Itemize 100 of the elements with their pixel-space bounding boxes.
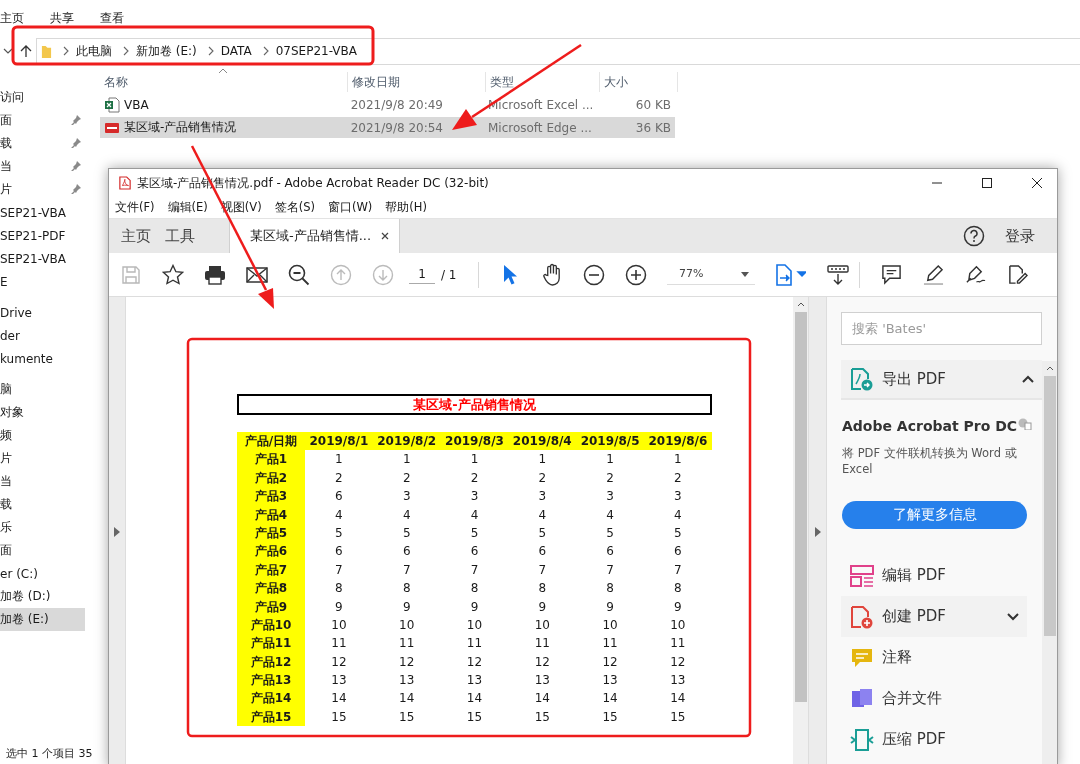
tool-item[interactable]: 导出 PDF — [841, 360, 1042, 400]
scrollbar[interactable] — [1042, 361, 1057, 764]
page-number-field[interactable]: 1 — [409, 265, 435, 284]
table-cell-text: 15 — [669, 708, 687, 726]
breadcrumb-item[interactable]: 此电脑 — [76, 42, 112, 60]
breadcrumb-item[interactable]: DATA — [220, 44, 252, 58]
chevron-down-icon[interactable] — [3, 48, 13, 54]
navigation-item[interactable]: 片 — [0, 447, 85, 470]
sign-in-button[interactable]: 登录 — [1005, 226, 1035, 246]
ribbon-tab[interactable]: 查看 — [100, 10, 124, 26]
table-cell-text: 10 — [601, 616, 619, 634]
file-row[interactable]: VBA 2021/9/8 20:49 Microsoft Excel ... 60 KB — [100, 94, 675, 115]
scrollbar[interactable] — [793, 297, 808, 764]
column-header[interactable]: 类型 — [486, 72, 600, 92]
form-fill-icon[interactable] — [1006, 264, 1028, 285]
zoom-in-icon[interactable] — [625, 263, 647, 286]
scrollbar-thumb[interactable] — [794, 312, 807, 702]
up-arrow-icon[interactable] — [20, 44, 32, 58]
tool-item[interactable]: 合并文件 — [841, 678, 1027, 719]
expand-arrow-icon[interactable] — [114, 527, 120, 537]
scroll-up-icon[interactable] — [1045, 366, 1054, 371]
navigation-item[interactable]: SEP21-PDF — [0, 224, 85, 247]
tab[interactable]: 主页 — [121, 219, 165, 253]
menu-item[interactable]: 帮助(H) — [385, 200, 427, 215]
pen-icon[interactable] — [964, 264, 986, 285]
chevron-down-icon[interactable] — [1007, 612, 1019, 621]
navigation-item[interactable]: 载 — [0, 132, 85, 155]
file-row[interactable]: 某区域-产品销售情况 2021/9/8 20:54 Microsoft Edge ... 36 KB — [100, 117, 675, 138]
chevron-icon[interactable] — [1022, 375, 1034, 383]
learn-more-button[interactable]: 了解更多信息 — [842, 501, 1027, 529]
maximize-icon[interactable] — [981, 177, 993, 189]
column-header: 产品/日期 — [237, 432, 305, 451]
navigation-item[interactable]: 当 — [0, 470, 85, 493]
hand-icon[interactable] — [541, 263, 563, 286]
close-icon[interactable] — [381, 232, 390, 240]
fit-page-icon[interactable] — [773, 263, 806, 286]
search-icon[interactable] — [288, 263, 310, 286]
left-panel-toggle[interactable] — [109, 297, 126, 764]
navigation-item[interactable]: SEP21-VBA — [0, 201, 85, 224]
navigation-item[interactable]: der — [0, 324, 85, 347]
tool-item[interactable]: 注释 — [841, 637, 1027, 678]
scrollbar-thumb[interactable] — [1043, 376, 1056, 636]
navigation-item[interactable]: 频 — [0, 424, 85, 447]
search-field[interactable]: 搜索 'Bates' — [841, 312, 1042, 345]
navigation-item[interactable]: 乐 — [0, 516, 85, 539]
chevron-right-icon[interactable] — [123, 46, 129, 56]
chevron-right-icon[interactable] — [262, 46, 269, 56]
scroll-up-icon[interactable] — [796, 302, 805, 307]
navigation-item[interactable]: 对象 — [0, 401, 85, 424]
breadcrumb-item[interactable]: 07SEP21-VBA — [275, 44, 357, 58]
tool-item[interactable]: 压缩 PDF — [841, 719, 1027, 760]
scroll-mode-icon[interactable] — [827, 263, 849, 286]
promo-title: Adobe Acrobat Pro DC — [842, 418, 1018, 434]
navigation-item[interactable]: 访问 — [0, 86, 85, 109]
star-icon[interactable] — [162, 263, 184, 286]
navigation-item[interactable]: 面 — [0, 539, 85, 562]
navigation-item[interactable]: 当 — [0, 155, 85, 178]
ribbon-tab[interactable]: 共享 — [50, 10, 74, 26]
navigation-item[interactable]: 加卷 (D:) — [0, 585, 85, 608]
menu-item[interactable]: 文件(F) — [115, 200, 155, 215]
column-header[interactable]: 修改日期 — [348, 72, 486, 92]
chevron-right-icon[interactable] — [207, 46, 214, 56]
tab[interactable]: 工具 — [165, 219, 227, 253]
mail-icon[interactable] — [246, 266, 268, 283]
expand-arrow-icon[interactable] — [814, 527, 821, 537]
chevron-right-icon[interactable] — [63, 46, 69, 56]
column-header[interactable]: 大小 — [600, 72, 678, 92]
close-icon[interactable] — [1031, 177, 1043, 189]
highlighter-icon[interactable] — [922, 264, 944, 285]
menu-item[interactable]: 窗口(W) — [327, 200, 373, 215]
zoom-dropdown[interactable]: 77% — [667, 264, 755, 285]
print-icon[interactable] — [204, 264, 226, 285]
navigation-item[interactable]: 面 — [0, 109, 85, 132]
navigation-item[interactable]: Drive — [0, 301, 85, 324]
column-header: 2019/8/6 — [644, 432, 712, 451]
comment-icon[interactable] — [880, 264, 902, 285]
breadcrumb-item[interactable]: 新加卷 (E:) — [136, 42, 197, 60]
pointer-icon[interactable] — [502, 263, 518, 286]
address-bar[interactable]: 此电脑 新加卷 (E:) DATA 07SEP21-VBA — [36, 37, 1080, 65]
navigation-item[interactable]: 脑 — [0, 378, 85, 401]
navigation-item[interactable]: E — [0, 270, 85, 293]
table-cell-text: 9 — [605, 598, 615, 616]
menu-item[interactable]: 编辑(E) — [167, 200, 208, 215]
right-panel-toggle[interactable] — [808, 297, 827, 764]
navigation-item[interactable]: 载 — [0, 493, 85, 516]
navigation-item[interactable]: er (C:) — [0, 562, 85, 585]
navigation-item[interactable]: 片 — [0, 178, 85, 201]
navigation-item[interactable]: 加卷 (E:) — [0, 608, 85, 631]
zoom-out-icon[interactable] — [583, 263, 605, 286]
tab[interactable]: 某区域-产品销售情... — [229, 219, 401, 253]
table-cell-text: 3 — [673, 488, 683, 506]
menu-item[interactable]: 签名(S) — [274, 200, 315, 215]
column-header[interactable]: 名称 — [100, 72, 348, 92]
tool-item[interactable]: 创建 PDF — [841, 596, 1027, 637]
navigation-item[interactable]: SEP21-VBA — [0, 247, 85, 270]
ribbon-tab[interactable]: 主页 — [0, 10, 24, 26]
tool-item[interactable]: 编辑 PDF — [841, 555, 1027, 596]
help-icon[interactable] — [963, 225, 985, 247]
spreadsheet-file-icon — [104, 96, 120, 113]
navigation-item[interactable]: kumente — [0, 347, 85, 370]
